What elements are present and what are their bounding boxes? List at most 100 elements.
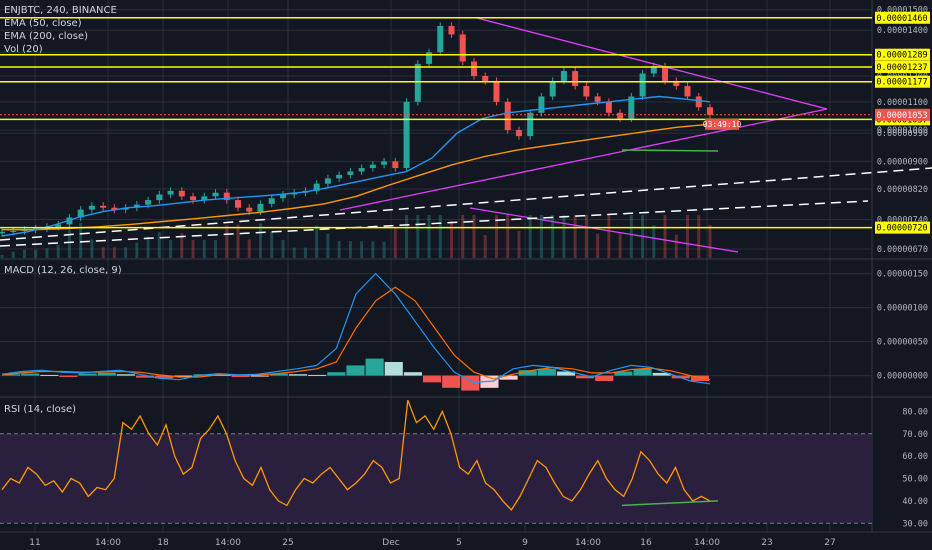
level-tag-label: 0.00000720	[876, 224, 927, 234]
rsi-tick-label: 70.00	[902, 430, 928, 440]
candle	[167, 190, 174, 195]
volume-bar	[618, 232, 622, 258]
price-tick-label: 0.00000820	[877, 185, 928, 195]
candle	[583, 86, 590, 97]
macd-histogram-bar	[537, 368, 556, 376]
candle	[594, 96, 601, 102]
candle	[471, 61, 477, 76]
price-tick-label: 0.00000990	[877, 129, 928, 139]
volume-bar	[405, 215, 409, 258]
x-tick-label: 18	[157, 538, 169, 548]
volume-bar	[112, 247, 116, 258]
volume-bar	[539, 215, 543, 258]
volume-bar	[315, 225, 319, 258]
candle	[268, 198, 275, 204]
macd-histogram-bar	[633, 368, 652, 376]
x-tick-label: 16	[640, 538, 652, 548]
volume-bar	[22, 249, 26, 258]
volume-label[interactable]: Vol (20)	[4, 43, 117, 56]
volume-bar	[494, 215, 498, 258]
volume-bar	[270, 231, 274, 258]
candle	[482, 75, 489, 81]
candle	[538, 96, 545, 113]
volume-bar	[584, 215, 588, 258]
rsi-label[interactable]: RSI (14, close)	[4, 403, 76, 416]
volume-bar	[45, 248, 49, 258]
candle	[549, 80, 556, 97]
volume-bar	[416, 215, 420, 258]
current-price-label: 0.00001053	[876, 111, 927, 121]
macd-histogram-bar	[365, 358, 384, 376]
candle	[88, 205, 95, 210]
volume-bar	[101, 247, 105, 258]
x-tick-label: 9	[522, 538, 528, 548]
macd-histogram-bar	[327, 372, 346, 376]
price-tick-label: 0.00000900	[877, 157, 928, 167]
volume-bar	[708, 225, 712, 258]
volume-bar	[191, 240, 195, 258]
macd-histogram-bar	[21, 373, 40, 376]
macd-label[interactable]: MACD (12, 26, close, 9)	[4, 264, 122, 277]
chart-canvas[interactable]: 11 14:00 18 14:00 25 Dec 5 9 14:00 16 14:00 23 27 0.0…	[0, 0, 932, 550]
macd-histogram-bar	[59, 375, 78, 377]
candle	[358, 168, 365, 172]
volume-bar	[596, 233, 600, 258]
volume-bar	[169, 240, 173, 258]
macd-histogram-bar	[40, 374, 59, 376]
ema200-label[interactable]: EMA (200, close)	[4, 30, 117, 43]
countdown-label: 03:49:10	[703, 120, 742, 129]
x-tick-label: 5	[456, 538, 462, 548]
candle	[617, 112, 624, 119]
level-tag-label: 0.00001460	[876, 14, 927, 24]
volume-bar	[11, 251, 15, 258]
candle	[414, 63, 421, 102]
x-tick-label: 14:00	[575, 538, 601, 548]
volume-bar	[517, 231, 521, 258]
volume-bar	[202, 239, 206, 258]
price-tick-label: 0.00000670	[877, 245, 928, 255]
rsi-tick-label: 40.00	[902, 497, 928, 507]
candle	[527, 112, 534, 137]
volume-bar	[90, 239, 94, 258]
candle	[178, 190, 185, 197]
candle	[684, 86, 691, 97]
candle	[392, 161, 399, 169]
volume-bar	[124, 247, 128, 258]
volume-bar	[528, 215, 532, 258]
volume-bar	[686, 215, 690, 258]
candle	[448, 26, 455, 35]
macd-histogram-bar	[403, 372, 422, 376]
volume-bar	[292, 247, 296, 258]
volume-bar	[146, 236, 150, 258]
volume-bar	[303, 247, 307, 258]
rsi-tick-label: 80.00	[902, 407, 928, 417]
volume-bar	[34, 249, 38, 258]
volume-bar	[326, 233, 330, 258]
macd-histogram-bar	[289, 374, 308, 376]
x-tick-label: 25	[282, 538, 293, 548]
candle	[493, 80, 500, 102]
ema50-label[interactable]: EMA (50, close)	[4, 17, 117, 30]
candle	[0, 231, 5, 234]
x-tick-label: 11	[29, 538, 40, 548]
level-tag-label: 0.00001177	[876, 78, 927, 88]
macd-histogram-bar	[442, 375, 461, 388]
volume-bar	[258, 223, 262, 258]
candle	[324, 178, 331, 184]
level-tag-label: 0.00001289	[876, 51, 927, 61]
volume-bar	[506, 215, 510, 258]
macd-tick-label: 0.00000050	[877, 338, 928, 348]
x-tick-label: 14:00	[95, 538, 121, 548]
candle	[381, 161, 388, 165]
symbol-label[interactable]: ENJBTC, 240, BINANCE	[4, 4, 117, 17]
candle	[235, 200, 241, 208]
macd-histogram-bar	[595, 375, 614, 382]
volume-bar	[348, 241, 352, 258]
rsi-tick-label: 60.00	[902, 452, 928, 462]
volume-bar	[214, 240, 218, 258]
price-tick-label: 0.00001400	[877, 26, 928, 36]
candle	[707, 107, 713, 115]
candle	[639, 73, 646, 97]
volume-bar	[247, 239, 251, 258]
candle	[560, 71, 567, 81]
